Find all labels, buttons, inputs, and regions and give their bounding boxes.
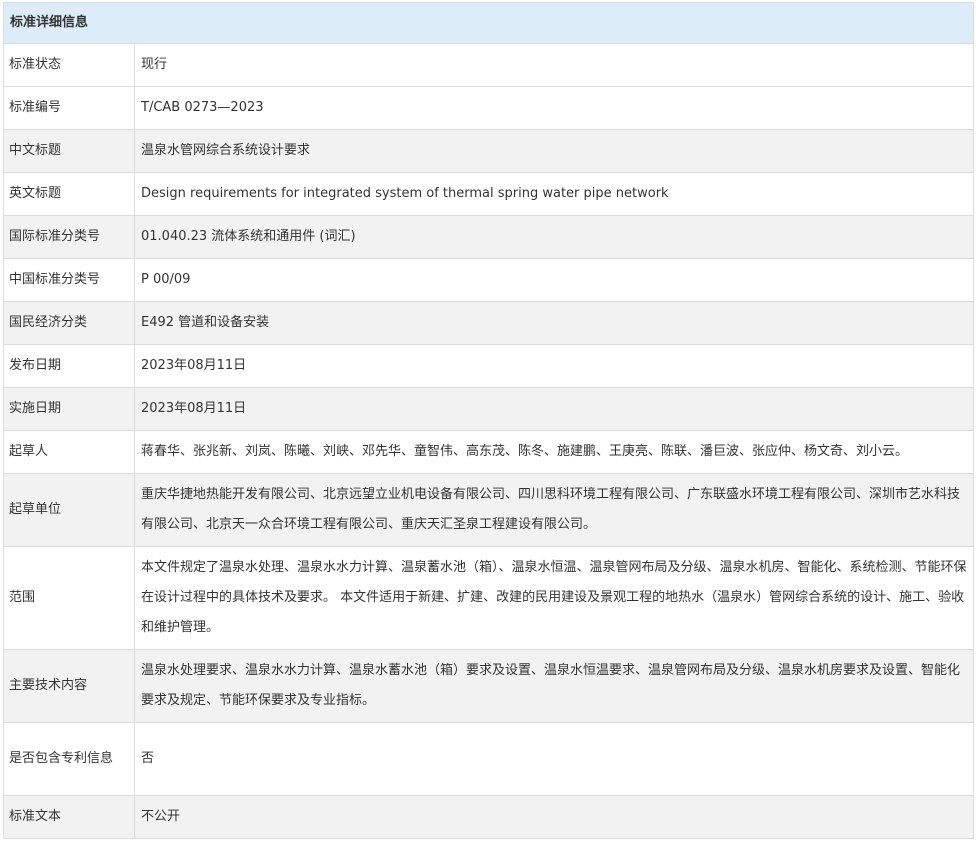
table-row-text: 标准文本 不公开 (3, 795, 975, 839)
row-label: 英文标题 (3, 172, 135, 216)
row-value: 01.040.23 流体系统和通用件 (词汇) (133, 215, 975, 259)
table-row-publish-date: 发布日期 2023年08月11日 (3, 344, 975, 388)
table-row-status: 标准状态 现行 (3, 43, 975, 87)
row-value: T/CAB 0273—2023 (133, 86, 975, 130)
row-label: 发布日期 (3, 344, 135, 388)
table-row-patent: 是否包含专利信息 否 (3, 722, 975, 796)
standard-detail-table: 标准详细信息 标准状态 现行 标准编号 T/CAB 0273—2023 中文标题… (2, 2, 975, 839)
table-header-row: 标准详细信息 (2, 2, 975, 44)
row-value: E492 管道和设备安装 (133, 301, 975, 345)
table-row-drafting-units: 起草单位 重庆华捷地热能开发有限公司、北京远望立业机电设备有限公司、四川思科环境… (3, 473, 975, 547)
row-label: 是否包含专利信息 (3, 722, 135, 796)
row-label: 起草人 (3, 430, 135, 474)
row-value: 蒋春华、张兆新、刘岚、陈曦、刘峡、邓先华、童智伟、高东茂、陈冬、施建鹏、王庚亮、… (133, 430, 975, 474)
row-label: 标准状态 (3, 43, 135, 87)
table-row-economy: 国民经济分类 E492 管道和设备安装 (3, 301, 975, 345)
table-row-scope: 范围 本文件规定了温泉水处理、温泉水水力计算、温泉蓄水池（箱）、温泉水恒温、温泉… (3, 546, 975, 650)
row-label: 中文标题 (3, 129, 135, 173)
row-label: 范围 (3, 546, 135, 650)
row-label: 标准编号 (3, 86, 135, 130)
row-label: 中国标准分类号 (3, 258, 135, 302)
standard-detail-panel: 标准详细信息 标准状态 现行 标准编号 T/CAB 0273—2023 中文标题… (2, 2, 975, 839)
row-value: Design requirements for integrated syste… (133, 172, 975, 216)
row-value: 温泉水管网综合系统设计要求 (133, 129, 975, 173)
row-value: 2023年08月11日 (133, 387, 975, 431)
table-row-drafters: 起草人 蒋春华、张兆新、刘岚、陈曦、刘峡、邓先华、童智伟、高东茂、陈冬、施建鹏、… (3, 430, 975, 474)
row-label: 主要技术内容 (3, 649, 135, 723)
table-row-cn-title: 中文标题 温泉水管网综合系统设计要求 (3, 129, 975, 173)
row-value: 不公开 (133, 795, 975, 839)
table-row-main-content: 主要技术内容 温泉水处理要求、温泉水水力计算、温泉水蓄水池（箱）要求及设置、温泉… (3, 649, 975, 723)
table-row-effective-date: 实施日期 2023年08月11日 (3, 387, 975, 431)
row-value: 温泉水处理要求、温泉水水力计算、温泉水蓄水池（箱）要求及设置、温泉水恒温要求、温… (133, 649, 975, 723)
row-label: 标准文本 (3, 795, 135, 839)
row-label: 国际标准分类号 (3, 215, 135, 259)
row-label: 国民经济分类 (3, 301, 135, 345)
row-label: 实施日期 (3, 387, 135, 431)
table-header: 标准详细信息 (2, 2, 975, 44)
table-row-en-title: 英文标题 Design requirements for integrated … (3, 172, 975, 216)
row-value: 2023年08月11日 (133, 344, 975, 388)
row-label: 起草单位 (3, 473, 135, 547)
row-value: 现行 (133, 43, 975, 87)
table-row-ccs: 中国标准分类号 P 00/09 (3, 258, 975, 302)
row-value: 否 (133, 722, 975, 796)
row-value: P 00/09 (133, 258, 975, 302)
table-row-number: 标准编号 T/CAB 0273—2023 (3, 86, 975, 130)
table-row-ics: 国际标准分类号 01.040.23 流体系统和通用件 (词汇) (3, 215, 975, 259)
row-value: 本文件规定了温泉水处理、温泉水水力计算、温泉蓄水池（箱）、温泉水恒温、温泉管网布… (133, 546, 975, 650)
row-value: 重庆华捷地热能开发有限公司、北京远望立业机电设备有限公司、四川思科环境工程有限公… (133, 473, 975, 547)
